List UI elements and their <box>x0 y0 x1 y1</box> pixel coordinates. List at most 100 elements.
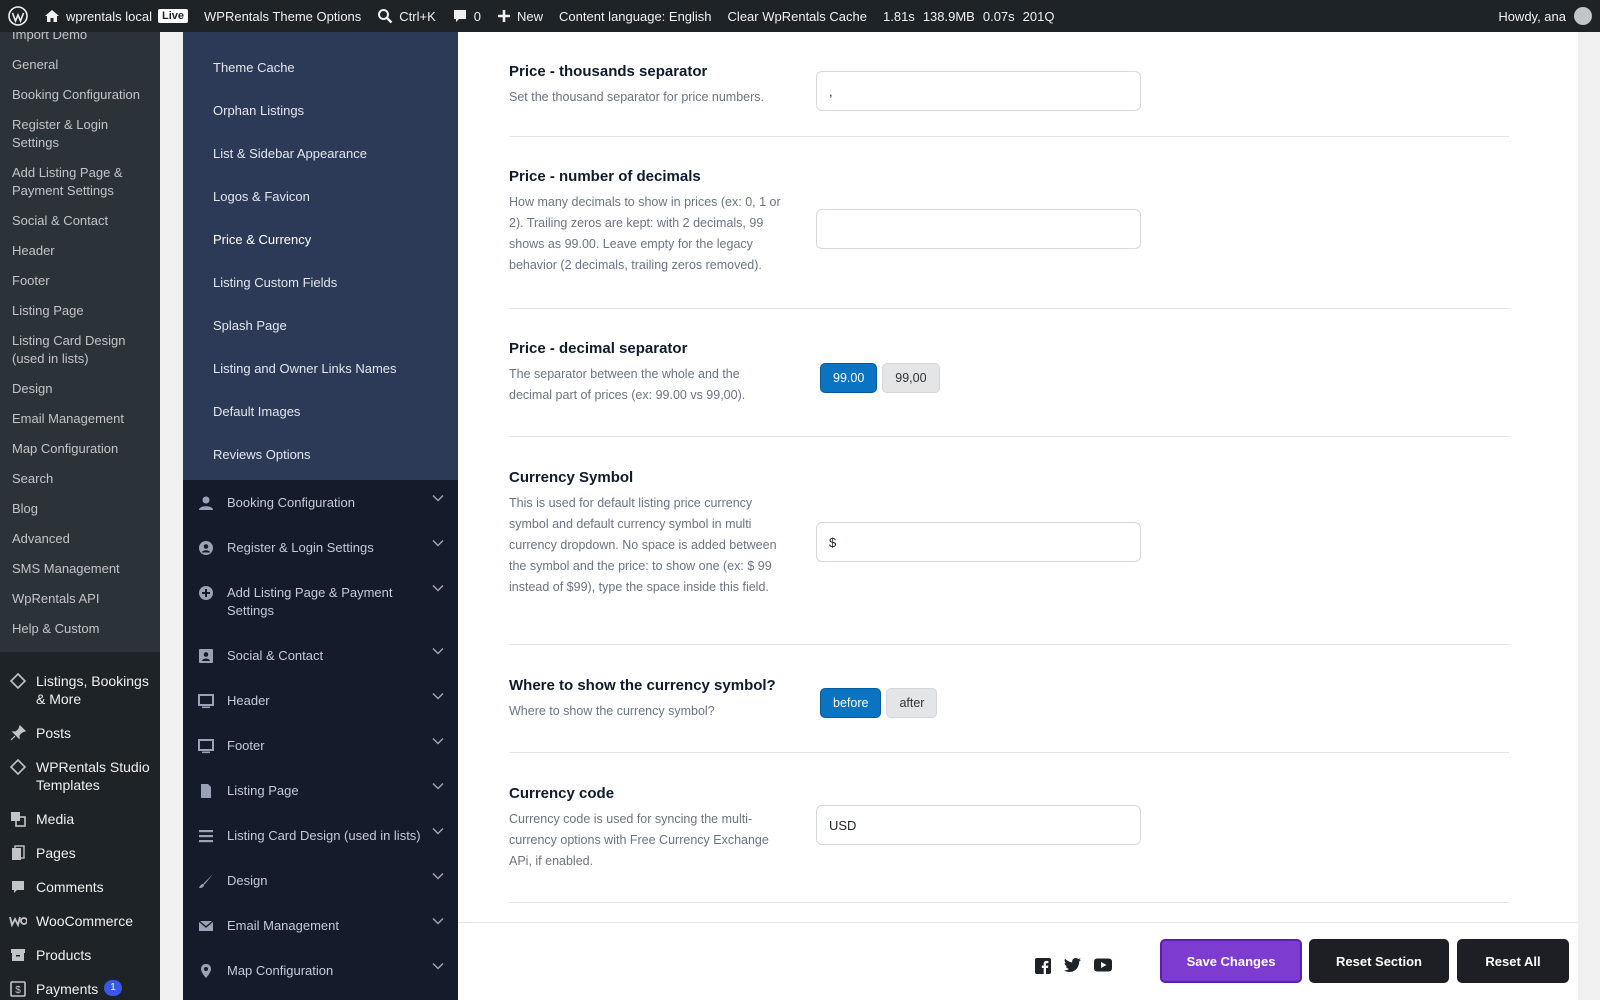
admin-bar: wprentals local Live WPRentals Theme Opt… <box>0 0 1600 32</box>
admin-menu-item[interactable]: Posts <box>0 716 160 750</box>
svg-text:$: $ <box>15 985 21 996</box>
admin-submenu-item[interactable]: Import Demo <box>0 32 160 50</box>
clear-cache-link[interactable]: Clear WpRentals Cache <box>720 0 875 32</box>
position-after-option[interactable]: after <box>886 688 938 718</box>
chevron-down-icon[interactable] <box>432 692 446 700</box>
chevron-down-icon[interactable] <box>432 737 446 745</box>
chevron-down-icon[interactable] <box>432 872 446 880</box>
comment-icon <box>452 8 468 24</box>
admin-menu-item[interactable]: WooCommerce <box>0 904 160 938</box>
admin-submenu-item[interactable]: Blog <box>0 494 160 524</box>
panel-section-item[interactable]: Listing Page <box>183 768 458 813</box>
theme-options-link[interactable]: WPRentals Theme Options <box>196 0 369 32</box>
admin-submenu-item[interactable]: Search <box>0 464 160 494</box>
account-menu[interactable]: Howdy, ana <box>1490 0 1600 32</box>
archive-icon <box>8 946 28 964</box>
panel-subitem[interactable]: Splash Page <box>183 304 458 347</box>
admin-submenu-item[interactable]: Header <box>0 236 160 266</box>
panel-section-item[interactable]: Register & Login Settings <box>183 525 458 570</box>
admin-submenu-item[interactable]: Help & Custom <box>0 614 160 644</box>
admin-submenu-item[interactable]: Register & Login Settings <box>0 110 160 158</box>
number-of-decimals-input[interactable] <box>816 209 1141 249</box>
admin-submenu-item[interactable]: WpRentals API <box>0 584 160 614</box>
admin-submenu-item[interactable]: Listing Card Design (used in lists) <box>0 326 160 374</box>
chevron-down-icon[interactable] <box>432 539 446 547</box>
panel-subitem[interactable]: Default Images <box>183 390 458 433</box>
chevron-down-icon[interactable] <box>432 827 446 835</box>
panel-subitem[interactable]: Theme Cache <box>183 46 458 89</box>
new-content-link[interactable]: New <box>489 0 551 32</box>
chevron-down-icon[interactable] <box>432 494 446 502</box>
chevron-down-icon[interactable] <box>432 962 446 970</box>
decimal-comma-option[interactable]: 99,00 <box>882 363 940 393</box>
admin-menu-item[interactable]: Listings, Bookings & More <box>0 664 160 716</box>
save-changes-button[interactable]: Save Changes <box>1160 939 1302 983</box>
admin-submenu-item[interactable]: Social & Contact <box>0 206 160 236</box>
field-title: Price - number of decimals <box>509 168 701 185</box>
field-title: Price - decimal separator <box>509 340 688 357</box>
panel-subitem[interactable]: Reviews Options <box>183 433 458 476</box>
admin-menu-label: Listings, Bookings & More <box>36 673 149 707</box>
panel-section-item[interactable]: Social & Contact <box>183 633 458 678</box>
wordpress-logo-icon[interactable] <box>0 0 36 32</box>
admin-submenu-item[interactable]: Design <box>0 374 160 404</box>
admin-submenu-item[interactable]: Booking Configuration <box>0 80 160 110</box>
panel-section-item[interactable]: Design <box>183 858 458 903</box>
reset-all-button[interactable]: Reset All <box>1457 939 1569 983</box>
admin-menu-item[interactable]: WPRentals Studio Templates <box>0 750 160 802</box>
panel-subitem[interactable]: Orphan Listings <box>183 89 458 132</box>
command-search[interactable]: Ctrl+K <box>369 0 443 32</box>
admin-menu-item[interactable]: Comments <box>0 870 160 904</box>
chevron-down-icon[interactable] <box>432 647 446 655</box>
panel-section-item[interactable]: Header <box>183 678 458 723</box>
field-description: How many decimals to show in prices (ex:… <box>509 195 781 272</box>
admin-submenu-item[interactable]: Listing Page <box>0 296 160 326</box>
site-name-link[interactable]: wprentals local Live <box>36 0 196 32</box>
panel-section-item[interactable]: Email Management <box>183 903 458 948</box>
panel-subitem[interactable]: List & Sidebar Appearance <box>183 132 458 175</box>
panel-section-item[interactable]: Booking Configuration <box>183 480 458 525</box>
settings-content: Price - thousands separator Set the thou… <box>458 32 1578 1000</box>
admin-submenu-item[interactable]: Add Listing Page & Payment Settings <box>0 158 160 206</box>
admin-submenu-item[interactable]: Footer <box>0 266 160 296</box>
stat-memory: 138.9MB <box>922 8 975 24</box>
chevron-down-icon[interactable] <box>432 917 446 925</box>
facebook-icon[interactable] <box>1035 958 1051 974</box>
reset-section-button[interactable]: Reset Section <box>1309 939 1449 983</box>
admin-submenu-item[interactable]: Map Configuration <box>0 434 160 464</box>
field-decimal-separator: Price - decimal separator The separator … <box>509 309 1509 437</box>
admin-submenu-item[interactable]: Email Management <box>0 404 160 434</box>
panel-subitem[interactable]: Logos & Favicon <box>183 175 458 218</box>
new-label: New <box>517 8 544 24</box>
comments-link[interactable]: 0 <box>444 0 489 32</box>
panel-section-item[interactable]: Map Configuration <box>183 948 458 993</box>
thousands-separator-input[interactable]: , <box>816 71 1141 111</box>
content-language[interactable]: Content language: English <box>551 0 720 32</box>
admin-menu-item[interactable]: Products <box>0 938 160 972</box>
admin-menu-item[interactable]: Pages <box>0 836 160 870</box>
chevron-down-icon[interactable] <box>432 782 446 790</box>
youtube-icon[interactable] <box>1094 958 1112 972</box>
panel-subitem-active[interactable]: Price & Currency <box>183 218 458 261</box>
panel-subitem[interactable]: Listing Custom Fields <box>183 261 458 304</box>
panel-section-item[interactable]: Add Listing Page & Payment Settings <box>183 570 458 633</box>
query-monitor-stats[interactable]: 1.81s 138.9MB 0.07s 201Q <box>875 0 1070 32</box>
panel-section-item[interactable]: Listing Card Design (used in lists) <box>183 813 458 858</box>
decimal-dot-option[interactable]: 99.00 <box>820 363 878 393</box>
chevron-down-icon[interactable] <box>432 584 446 592</box>
twitter-icon[interactable] <box>1064 958 1081 972</box>
comments-count: 0 <box>473 8 482 24</box>
panel-section-item[interactable]: Footer <box>183 723 458 768</box>
live-badge: Live <box>158 9 189 23</box>
admin-submenu-item[interactable]: General <box>0 50 160 80</box>
admin-submenu-item[interactable]: SMS Management <box>0 554 160 584</box>
admin-submenu-item[interactable]: Advanced <box>0 524 160 554</box>
currency-symbol-input[interactable]: $ <box>816 522 1141 562</box>
monitor-icon <box>197 737 215 755</box>
admin-menu-item[interactable]: $ Payments 1 <box>0 972 160 1000</box>
currency-code-input[interactable]: USD <box>816 805 1141 845</box>
stat-queries: 201Q <box>1022 8 1055 24</box>
position-before-option[interactable]: before <box>820 688 882 718</box>
admin-menu-item[interactable]: Media <box>0 802 160 836</box>
panel-subitem[interactable]: Listing and Owner Links Names <box>183 347 458 390</box>
